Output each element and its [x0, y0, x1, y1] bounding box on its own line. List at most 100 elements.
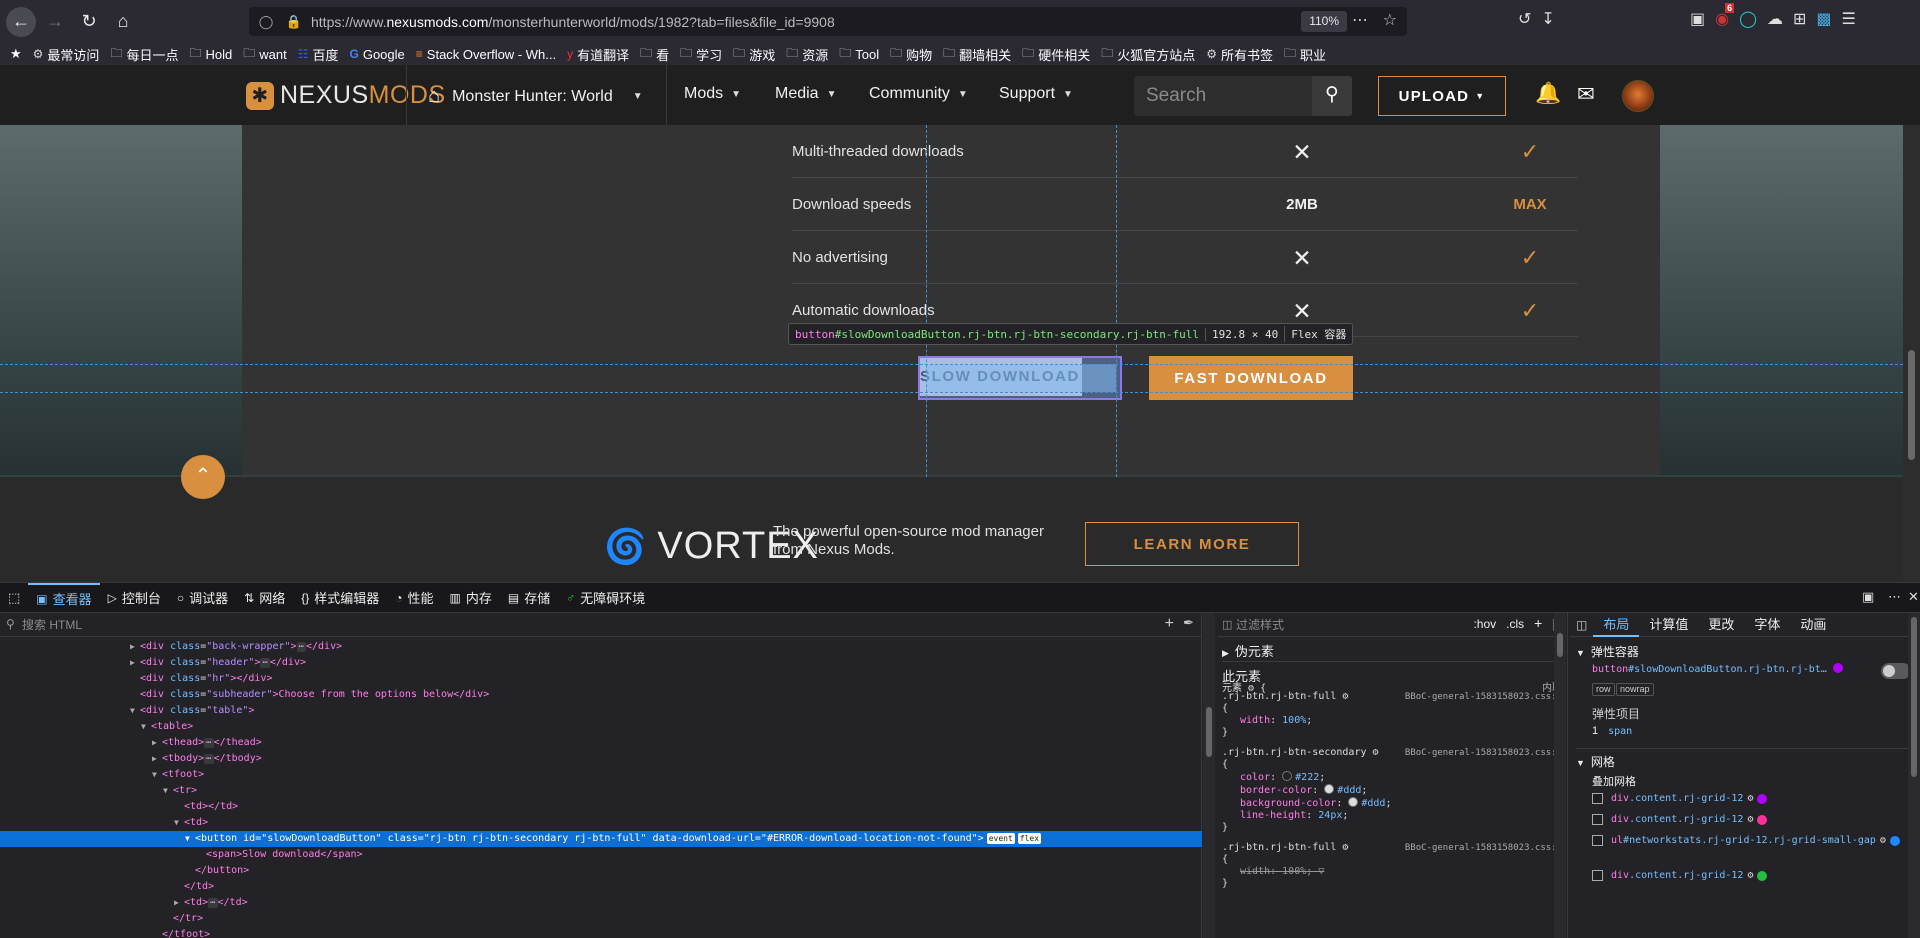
scrollbar-thumb[interactable]: [1206, 707, 1212, 757]
hov-toggle[interactable]: :hov: [1473, 617, 1496, 638]
grid-checkbox[interactable]: [1592, 793, 1603, 804]
bookmark-item[interactable]: 🗀 职业: [1284, 44, 1326, 65]
flex-badge[interactable]: flex: [1017, 833, 1042, 844]
gear-icon[interactable]: ⚙: [1336, 691, 1348, 702]
collapsed-children-icon[interactable]: ⋯: [204, 754, 214, 764]
html-node[interactable]: <td></td>: [0, 799, 1202, 815]
bookmark-item[interactable]: 🗀 Tool: [839, 44, 879, 65]
tab-accessibility[interactable]: ♂ 无障碍环境: [558, 583, 653, 613]
filter-styles-input[interactable]: [1236, 614, 1436, 636]
scrollbar-thumb[interactable]: [1908, 350, 1915, 460]
collapsed-children-icon[interactable]: ⋯: [204, 738, 214, 748]
rule-source-link[interactable]: BBoC-general-1583158023.css:1: [1405, 842, 1562, 854]
css-property[interactable]: border-color: #ddd;: [1222, 784, 1562, 797]
gear-icon[interactable]: ⚙: [1747, 870, 1753, 881]
html-node[interactable]: </tfoot>: [0, 927, 1202, 938]
crop-icon[interactable]: ⊞: [1793, 9, 1806, 29]
rules-pane-scrollbar[interactable]: [1554, 613, 1566, 938]
html-node[interactable]: ▶ <div class="header"> ⋯ </div>: [0, 655, 1202, 671]
layout-tab[interactable]: 布局: [1593, 613, 1640, 637]
tab-debugger[interactable]: ○ 调试器: [169, 583, 236, 613]
dock-icon[interactable]: ▣: [1862, 589, 1874, 605]
expand-icon[interactable]: ▶: [152, 735, 162, 751]
html-node[interactable]: </td>: [0, 879, 1202, 895]
html-node[interactable]: ▼ <div class="table">: [0, 703, 1202, 719]
eyedropper-icon[interactable]: ✒: [1183, 615, 1194, 631]
html-node[interactable]: </tr>: [0, 911, 1202, 927]
html-pane-scrollbar[interactable]: [1203, 613, 1215, 938]
collapse-icon[interactable]: ▼: [152, 767, 162, 783]
color-swatch-icon[interactable]: [1348, 797, 1359, 807]
bookmark-item[interactable]: 🗀 资源: [786, 44, 828, 65]
event-badge[interactable]: event: [986, 833, 1015, 844]
expand-icon[interactable]: ▶: [174, 895, 184, 911]
html-node[interactable]: ▶ <td> ⋯ </td>: [0, 895, 1202, 911]
grid-section[interactable]: ▼ 网格: [1576, 748, 1914, 770]
html-node[interactable]: ▼ <td>: [0, 815, 1202, 831]
avatar[interactable]: [1622, 80, 1654, 112]
add-rule-icon[interactable]: +: [1534, 615, 1542, 638]
bookmark-item[interactable]: ≡ Stack Overflow - Wh...: [416, 47, 556, 62]
html-node[interactable]: ▶ <div class="back-wrapper"> ⋯ </div>: [0, 639, 1202, 655]
flex-container-section[interactable]: ▼ 弹性容器: [1576, 643, 1639, 660]
grid-checkbox[interactable]: [1592, 870, 1603, 881]
rule-selector[interactable]: .rj-btn.rj-btn-secondary ⚙: [1222, 747, 1379, 759]
ublock-icon[interactable]: ◉ 6: [1715, 3, 1735, 29]
grid-color-dot[interactable]: [1757, 870, 1768, 881]
tab-memory[interactable]: ▥ 内存: [442, 583, 500, 613]
add-node-icon[interactable]: +: [1165, 615, 1174, 633]
bell-icon[interactable]: 🔔: [1535, 82, 1561, 106]
search-input[interactable]: [1134, 76, 1314, 116]
flex-item-row[interactable]: 1span ›: [1592, 725, 1912, 737]
collapsed-children-icon[interactable]: ⋯: [296, 642, 306, 652]
bookmark-item[interactable]: ⚙ 最常访问: [33, 45, 100, 64]
reload-icon[interactable]: ↻: [74, 7, 104, 37]
bookmark-item[interactable]: 🗀 硬件相关: [1022, 44, 1090, 65]
cloud-icon[interactable]: ☁: [1767, 9, 1783, 29]
html-node[interactable]: ▼ <tfoot>: [0, 767, 1202, 783]
forward-icon[interactable]: →: [40, 7, 70, 37]
overlay-grid-item[interactable]: ul #networkstats.rj-grid-12.rj-grid-small…: [1592, 835, 1912, 846]
tab-performance[interactable]: ◔ 性能: [387, 583, 441, 613]
learn-more-button[interactable]: LEARN MORE: [1085, 522, 1299, 566]
nexusmods-logo[interactable]: ✱ NEXUS MODS: [246, 81, 446, 110]
html-node-selected[interactable]: ▼ <button id="slowDownloadButton" class="…: [0, 831, 1202, 847]
nav-mods[interactable]: Mods ▼: [684, 85, 741, 103]
rule-selector[interactable]: .rj-btn.rj-btn-full ⚙: [1222, 691, 1348, 703]
gear-icon[interactable]: ⚙: [1747, 793, 1753, 804]
nav-support[interactable]: Support ▼: [999, 85, 1073, 103]
translate-icon[interactable]: ◯: [1739, 9, 1757, 29]
tab-network[interactable]: ⇅ 网络: [236, 583, 293, 613]
collapse-icon[interactable]: ▼: [163, 783, 173, 799]
html-node[interactable]: </button>: [0, 863, 1202, 879]
collapse-icon[interactable]: ▼: [141, 719, 151, 735]
html-node[interactable]: <span>Slow download</span>: [0, 847, 1202, 863]
flex-highlight-toggle[interactable]: [1881, 663, 1911, 679]
zoom-level[interactable]: 110%: [1301, 11, 1347, 32]
bookmark-star-icon[interactable]: ☆: [1383, 10, 1397, 30]
html-node[interactable]: <div class="subheader">Choose from the o…: [0, 687, 1202, 703]
back-icon[interactable]: ←: [6, 6, 36, 37]
search-icon[interactable]: ⚲: [1312, 76, 1352, 116]
layout-pane-scrollbar[interactable]: [1908, 613, 1920, 938]
bookmark-item[interactable]: 🗀 看: [640, 44, 669, 65]
close-devtools-icon[interactable]: ✕: [1908, 589, 1919, 605]
tab-inspector[interactable]: ▣ 查看器: [28, 582, 100, 613]
upload-button[interactable]: UPLOAD ▼: [1378, 76, 1506, 116]
shield-icon[interactable]: ◯: [255, 14, 277, 30]
html-node[interactable]: <div class="hr"></div>: [0, 671, 1202, 687]
grid-color-dot[interactable]: [1889, 835, 1900, 846]
expand-icon[interactable]: ▶: [130, 655, 140, 671]
bookmark-item[interactable]: ⚙ 所有书签: [1206, 45, 1273, 64]
css-property[interactable]: width: 100%;: [1222, 715, 1562, 727]
css-property[interactable]: line-height: 24px;: [1222, 810, 1562, 822]
css-property[interactable]: width: 100%; ▽: [1222, 866, 1562, 878]
bookmark-item[interactable]: 🗀 游戏: [733, 44, 775, 65]
flex-container-selector[interactable]: button#slowDownloadButton.rj-btn.rj-bt…: [1592, 663, 1843, 675]
scrollbar-thumb[interactable]: [1557, 633, 1563, 657]
css-property[interactable]: color: #222;: [1222, 771, 1562, 784]
grid-checkbox[interactable]: [1592, 835, 1603, 846]
collapse-icon[interactable]: ▼: [185, 831, 195, 847]
color-swatch-icon[interactable]: [1324, 784, 1335, 794]
html-node[interactable]: ▶ <thead> ⋯ </thead>: [0, 735, 1202, 751]
